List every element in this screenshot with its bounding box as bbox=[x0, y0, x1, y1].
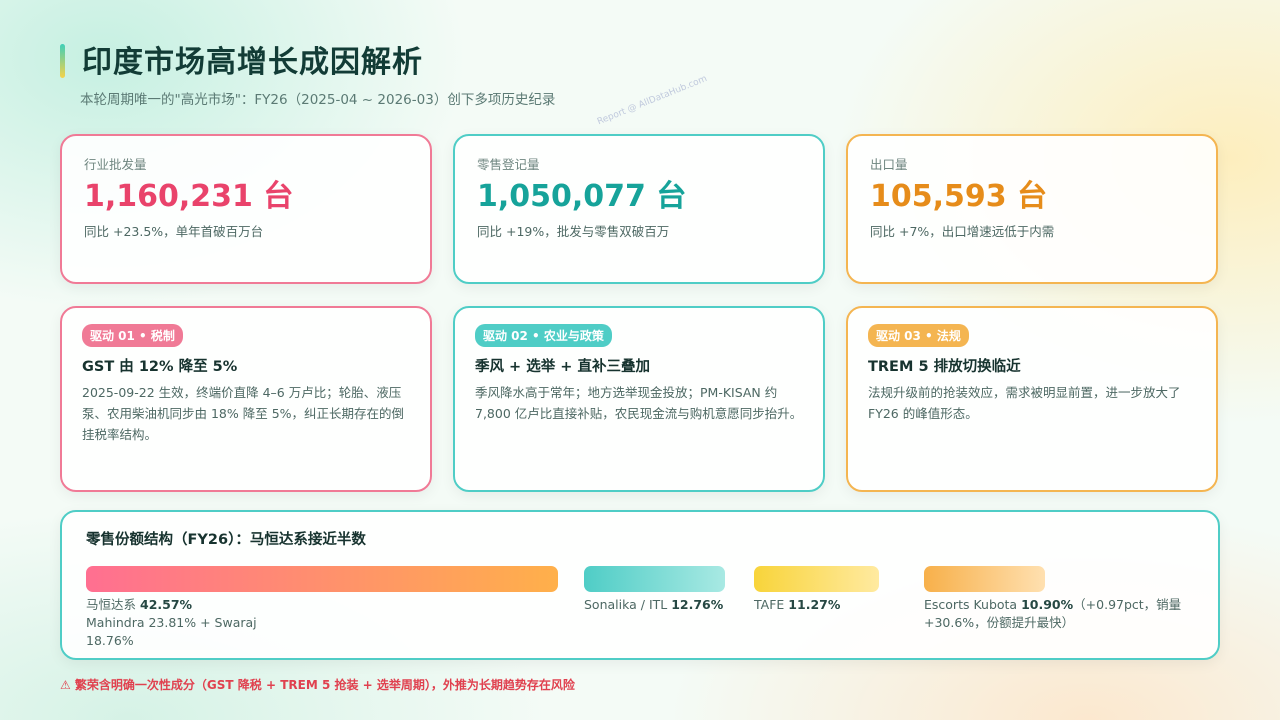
stat-card-retail: 零售登记量 1,050,077 台 同比 +19%，批发与零售双破百万 bbox=[453, 134, 825, 284]
share-detail: Mahindra 23.81% + Swaraj 18.76% bbox=[86, 615, 257, 648]
stat-note: 同比 +7%，出口增速远低于内需 bbox=[870, 224, 1055, 239]
share-pct: 12.76% bbox=[671, 597, 724, 612]
driver-body: 季风降水高于常年；地方选举现金投放；PM-KISAN 约 7,800 亿卢比直接… bbox=[475, 385, 803, 421]
stat-value: 1,160,231 台 bbox=[84, 179, 294, 214]
share-title: 零售份额结构（FY26）：马恒达系接近半数 bbox=[86, 532, 366, 548]
stat-label: 出口量 bbox=[870, 157, 908, 172]
stat-label: 行业批发量 bbox=[84, 157, 147, 172]
title-accent-bar bbox=[60, 44, 65, 78]
driver-body: 2025-09-22 生效，终端价直降 4–6 万卢比；轮胎、液压泵、农用柴油机… bbox=[82, 385, 405, 442]
driver-body: 法规升级前的抢装效应，需求被明显前置，进一步放大了 FY26 的峰值形态。 bbox=[868, 385, 1181, 421]
driver-badge: 驱动 03 • 法规 bbox=[868, 324, 969, 347]
share-name: 马恒达系 bbox=[86, 597, 137, 612]
stat-note: 同比 +19%，批发与零售双破百万 bbox=[477, 224, 670, 239]
page-subtitle: 本轮周期唯一的"高光市场"：FY26（2025-04 ~ 2026-03）创下多… bbox=[80, 92, 556, 108]
driver-title: TREM 5 排放切换临近 bbox=[868, 359, 1021, 375]
stat-value: 1,050,077 台 bbox=[477, 179, 687, 214]
share-bar-sonalika bbox=[584, 566, 726, 592]
stat-note: 同比 +23.5%，单年首破百万台 bbox=[84, 224, 264, 239]
driver-card-agri-policy: 驱动 02 • 农业与政策 季风 + 选举 + 直补三叠加 季风降水高于常年；地… bbox=[453, 306, 825, 492]
title-block: 印度市场高增长成因解析 bbox=[60, 42, 423, 84]
risk-footnote: ⚠ 繁荣含明确一次性成分（GST 降税 + TREM 5 抢装 + 选举周期），… bbox=[60, 678, 575, 692]
share-label-mahindra-group: 马恒达系 42.57% Mahindra 23.81% + Swaraj 18.… bbox=[86, 596, 286, 650]
driver-title: 季风 + 选举 + 直补三叠加 bbox=[475, 359, 650, 375]
driver-badge: 驱动 02 • 农业与政策 bbox=[475, 324, 612, 347]
share-label-tafe: TAFE 11.27% bbox=[754, 596, 914, 614]
retail-share-card: 零售份额结构（FY26）：马恒达系接近半数 马恒达系 42.57% Mahind… bbox=[60, 510, 1220, 660]
share-bar-escorts-kubota bbox=[924, 566, 1045, 592]
share-pct: 42.57% bbox=[140, 597, 193, 612]
driver-title: GST 由 12% 降至 5% bbox=[82, 359, 238, 375]
share-label-escorts-kubota: Escorts Kubota 10.90%（+0.97pct，销量 +30.6%… bbox=[924, 596, 1184, 632]
share-pct: 10.90% bbox=[1021, 597, 1074, 612]
watermark: Report @ AllDataHub.com bbox=[596, 73, 709, 128]
share-bar-tafe bbox=[754, 566, 879, 592]
driver-card-tax: 驱动 01 • 税制 GST 由 12% 降至 5% 2025-09-22 生效… bbox=[60, 306, 432, 492]
stat-card-wholesale: 行业批发量 1,160,231 台 同比 +23.5%，单年首破百万台 bbox=[60, 134, 432, 284]
share-name: Escorts Kubota bbox=[924, 597, 1018, 612]
page-title: 印度市场高增长成因解析 bbox=[82, 45, 423, 80]
driver-card-regulation: 驱动 03 • 法规 TREM 5 排放切换临近 法规升级前的抢装效应，需求被明… bbox=[846, 306, 1218, 492]
driver-badge: 驱动 01 • 税制 bbox=[82, 324, 183, 347]
stat-label: 零售登记量 bbox=[477, 157, 540, 172]
share-name: Sonalika / ITL bbox=[584, 597, 668, 612]
share-pct: 11.27% bbox=[788, 597, 841, 612]
stat-value: 105,593 台 bbox=[870, 179, 1048, 214]
share-label-sonalika: Sonalika / ITL 12.76% bbox=[584, 596, 744, 614]
stat-card-export: 出口量 105,593 台 同比 +7%，出口增速远低于内需 bbox=[846, 134, 1218, 284]
share-bar-mahindra-group bbox=[86, 566, 558, 592]
share-name: TAFE bbox=[754, 597, 785, 612]
